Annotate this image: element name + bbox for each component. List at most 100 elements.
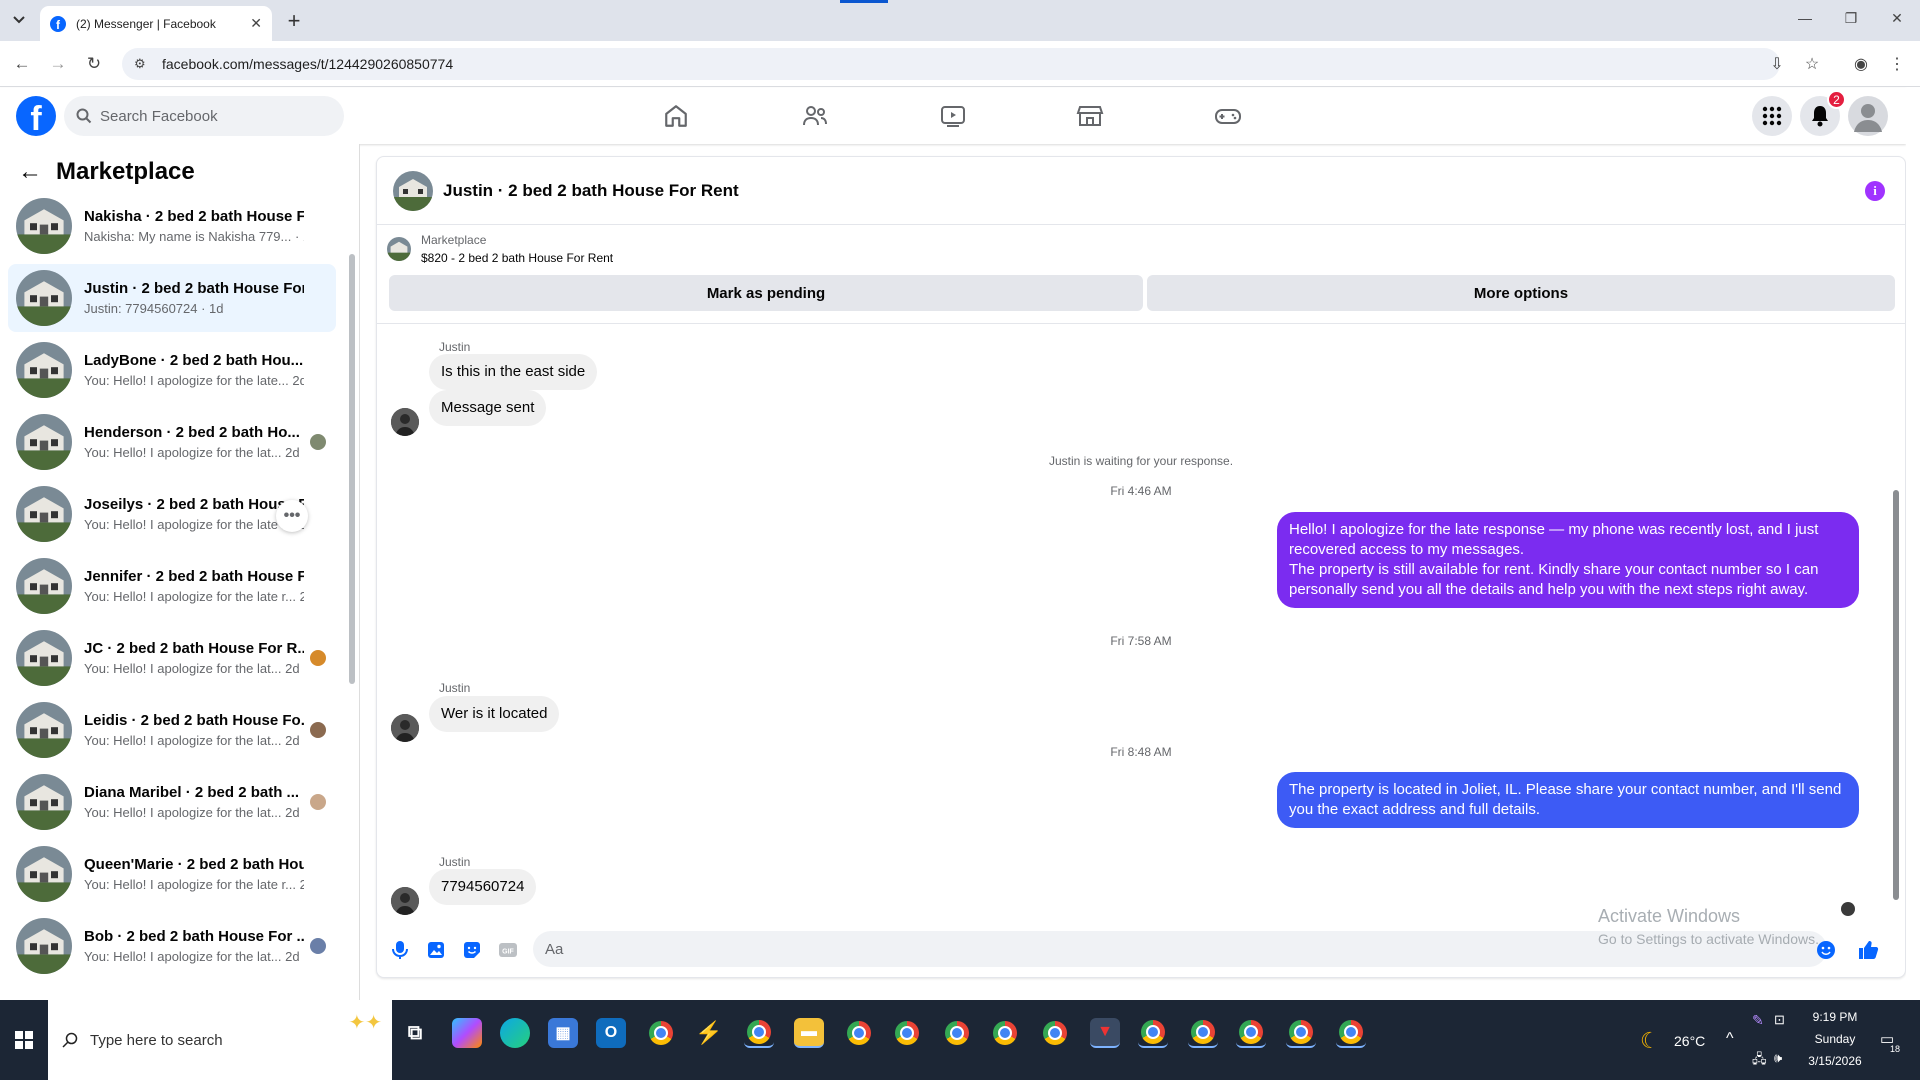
- conversation-item[interactable]: Queen'Marie · 2 bed 2 bath Hou... You: He…: [8, 840, 336, 908]
- more-options-button[interactable]: More options: [1147, 275, 1895, 311]
- conversation-item[interactable]: LadyBone · 2 bed 2 bath Hou... You: Hello…: [8, 336, 336, 404]
- sidebar-scroll-thumb[interactable]: [349, 254, 355, 684]
- like-thumb-icon[interactable]: [1857, 939, 1879, 961]
- browser-tab[interactable]: f (2) Messenger | Facebook ✕: [40, 6, 272, 41]
- outgoing-message[interactable]: Hello! I apologize for the late response…: [1277, 512, 1859, 608]
- chrome-profile-icon[interactable]: [1188, 1018, 1218, 1048]
- clock-date[interactable]: 3/15/2026: [1800, 1054, 1870, 1068]
- chrome-profile-icon[interactable]: [1286, 1018, 1316, 1048]
- close-window-icon[interactable]: ✕: [1882, 10, 1912, 27]
- conversation-item[interactable]: Bob · 2 bed 2 bath House For ... You: Hel…: [8, 912, 336, 980]
- account-avatar[interactable]: [1848, 96, 1888, 136]
- friends-nav-icon[interactable]: [797, 100, 833, 132]
- conversation-name: Jennifer · 2 bed 2 bath House Fo...: [84, 568, 304, 585]
- chrome-profile-icon[interactable]: [1336, 1018, 1366, 1048]
- conversation-item[interactable]: Henderson · 2 bed 2 bath Ho... You: Hello…: [8, 408, 336, 476]
- listing-avatar[interactable]: [393, 170, 433, 211]
- power-automate-icon[interactable]: ⚡: [694, 1018, 724, 1048]
- copilot-icon[interactable]: [452, 1018, 482, 1048]
- reload-icon[interactable]: ↻: [82, 52, 106, 76]
- search-input[interactable]: [100, 107, 300, 125]
- chrome-icon[interactable]: [646, 1018, 676, 1048]
- new-tab-icon[interactable]: +: [282, 8, 306, 34]
- conversation-item[interactable]: Leidis · 2 bed 2 bath House Fo... You: He…: [8, 696, 336, 764]
- marketplace-nav-icon[interactable]: [1072, 100, 1108, 132]
- gaming-nav-icon[interactable]: [1210, 100, 1246, 132]
- outlook-icon[interactable]: O: [596, 1018, 626, 1048]
- bookmark-star-icon[interactable]: ☆: [1801, 53, 1823, 75]
- mark-as-pending-button[interactable]: Mark as pending: [389, 275, 1143, 311]
- thread-scroll-thumb[interactable]: [1893, 490, 1899, 900]
- chrome-profile-icon[interactable]: [990, 1018, 1020, 1048]
- chat-title[interactable]: Justin · 2 bed 2 bath House For Rent: [443, 181, 739, 201]
- sidebar-scrollbar[interactable]: [348, 204, 356, 984]
- menu-grid-button[interactable]: [1752, 96, 1792, 136]
- file-explorer-icon[interactable]: ▬: [794, 1018, 824, 1048]
- chrome-profile-icon[interactable]: [744, 1018, 774, 1048]
- conversation-item[interactable]: Justin · 2 bed 2 bath House For ... Justi…: [8, 264, 336, 332]
- minimize-icon[interactable]: —: [1790, 10, 1820, 26]
- page-scrollbar[interactable]: [1906, 88, 1920, 1000]
- marketplace-listing[interactable]: Marketplace $820 - 2 bed 2 bath House Fo…: [387, 233, 613, 265]
- conversation-item[interactable]: Jennifer · 2 bed 2 bath House Fo... You: …: [8, 552, 336, 620]
- info-icon[interactable]: i: [1865, 181, 1885, 201]
- back-arrow-icon[interactable]: ←: [18, 158, 42, 186]
- chrome-profile-icon[interactable]: [942, 1018, 972, 1048]
- install-app-icon[interactable]: ⇩: [1766, 53, 1788, 75]
- chrome-profile-icon[interactable]: [1040, 1018, 1070, 1048]
- conversation-options-icon[interactable]: •••: [276, 500, 308, 532]
- facebook-logo-icon[interactable]: f: [16, 96, 56, 136]
- pen-icon[interactable]: ✎: [1752, 1012, 1764, 1029]
- taskbar-search[interactable]: ✦✦: [48, 1000, 392, 1080]
- notifications-button[interactable]: 2: [1800, 90, 1846, 136]
- home-nav-icon[interactable]: [658, 100, 694, 132]
- edge-icon[interactable]: [500, 1018, 530, 1048]
- tab-search-dropdown-icon[interactable]: [6, 9, 32, 31]
- conversation-item[interactable]: Diana Maribel · 2 bed 2 bath ... You: Hel…: [8, 768, 336, 836]
- conversation-item[interactable]: JC · 2 bed 2 bath House For R... You: Hel…: [8, 624, 336, 692]
- incoming-message[interactable]: Is this in the east side: [429, 354, 598, 390]
- chrome-profile-icon[interactable]: [844, 1018, 874, 1048]
- sender-avatar[interactable]: [391, 887, 419, 915]
- conversation-item[interactable]: Nakisha · 2 bed 2 bath House Fo... Nakish…: [8, 192, 336, 260]
- active-app-icon[interactable]: ▼: [1090, 1018, 1120, 1048]
- weather-temp[interactable]: 26°C: [1674, 1033, 1705, 1049]
- facebook-favicon-icon: f: [50, 15, 66, 32]
- incoming-message[interactable]: Wer is it located: [429, 696, 560, 732]
- thread-scrollbar[interactable]: [1891, 330, 1901, 910]
- camera-icon[interactable]: ⊡: [1774, 1012, 1785, 1028]
- photo-icon[interactable]: [425, 939, 447, 961]
- windows-start-icon[interactable]: [0, 1000, 48, 1080]
- url-bar[interactable]: ⚙ facebook.com/messages/t/12442902608507…: [122, 48, 1780, 80]
- clock-day[interactable]: Sunday: [1808, 1032, 1862, 1046]
- chrome-profile-icon[interactable]: [1138, 1018, 1168, 1048]
- chrome-profile-icon[interactable]: [892, 1018, 922, 1048]
- restore-icon[interactable]: ❐: [1836, 10, 1866, 27]
- forward-icon[interactable]: →: [46, 52, 70, 76]
- volume-icon[interactable]: 🕪: [1774, 1050, 1782, 1066]
- sticker-icon[interactable]: [461, 939, 483, 961]
- video-nav-icon[interactable]: [935, 100, 971, 132]
- gif-icon[interactable]: GIF: [497, 939, 519, 961]
- weather-moon-icon[interactable]: ☾: [1640, 1028, 1660, 1054]
- store-icon[interactable]: ▦: [548, 1018, 578, 1048]
- tray-chevron-icon[interactable]: ^: [1726, 1030, 1734, 1048]
- taskbar-search-input[interactable]: [90, 1031, 290, 1049]
- facebook-search[interactable]: [64, 96, 344, 136]
- sender-avatar[interactable]: [391, 408, 419, 436]
- close-tab-icon[interactable]: ✕: [250, 15, 262, 32]
- browser-menu-icon[interactable]: ⋮: [1886, 53, 1908, 75]
- incoming-message[interactable]: 7794560724: [429, 869, 537, 905]
- clock-time[interactable]: 9:19 PM: [1808, 1010, 1862, 1024]
- network-icon[interactable]: 🖧: [1752, 1050, 1767, 1072]
- profile-icon[interactable]: ◉: [1850, 53, 1872, 75]
- outgoing-message[interactable]: The property is located in Joliet, IL. P…: [1277, 772, 1859, 828]
- microphone-icon[interactable]: [389, 939, 411, 961]
- chrome-profile-icon[interactable]: [1236, 1018, 1266, 1048]
- incoming-message[interactable]: Message sent: [429, 390, 547, 426]
- sender-avatar[interactable]: [391, 714, 419, 742]
- site-info-icon[interactable]: ⚙: [134, 56, 150, 72]
- task-view-icon[interactable]: ⧉: [400, 1018, 430, 1048]
- message-input[interactable]: [545, 940, 1745, 958]
- back-icon[interactable]: ←: [10, 52, 34, 76]
